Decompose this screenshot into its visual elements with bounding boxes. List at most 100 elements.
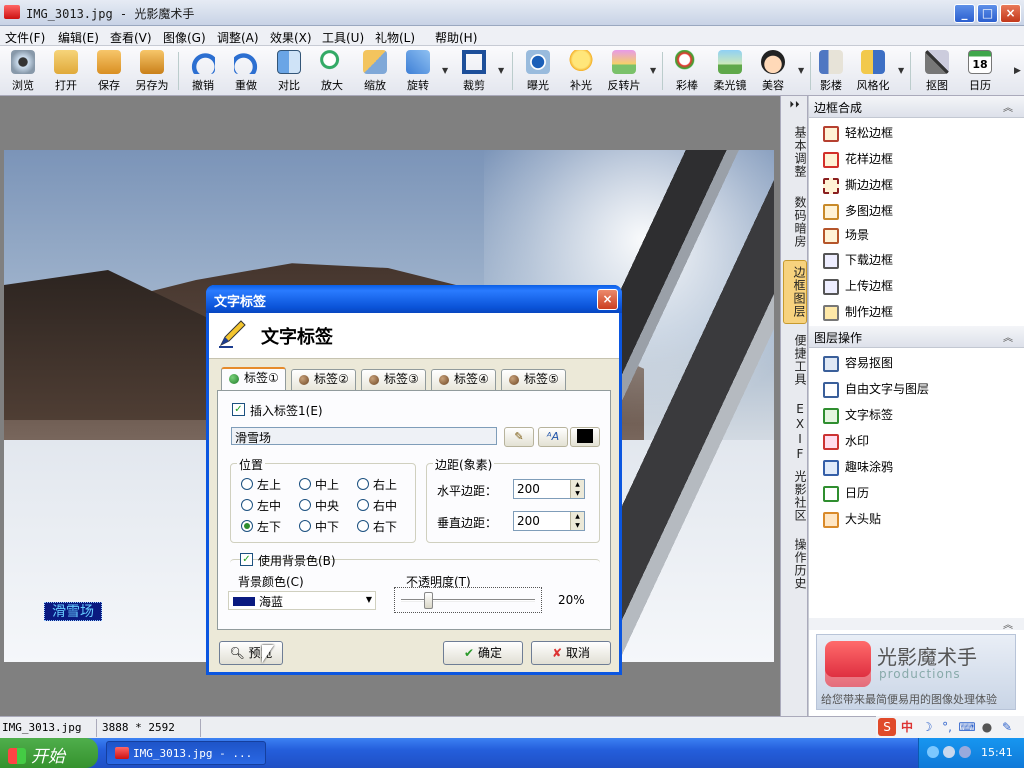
tab-label-2[interactable]: 标签② bbox=[291, 369, 356, 390]
pos-bottom-center-radio[interactable] bbox=[299, 520, 311, 532]
frame-section-header[interactable]: 边框合成 ︽ bbox=[809, 96, 1024, 118]
spinner-arrows-icon[interactable]: ▲ ▼ bbox=[570, 480, 584, 498]
frame-item-scene[interactable]: 场景 bbox=[823, 225, 869, 245]
opacity-slider[interactable] bbox=[394, 587, 542, 613]
frame-item-make[interactable]: 制作边框 bbox=[823, 302, 893, 322]
network-icon[interactable] bbox=[927, 746, 939, 758]
pos-bottom-right-radio[interactable] bbox=[357, 520, 369, 532]
tab-darkroom[interactable]: 数码暗房 bbox=[783, 196, 807, 248]
menu-adjust[interactable]: 调整(A) bbox=[217, 29, 259, 46]
pos-top-center-radio[interactable] bbox=[299, 478, 311, 490]
bg-color-select[interactable]: 海蓝 ▼ bbox=[228, 591, 376, 610]
cancel-button[interactable]: ✘ 取消 bbox=[531, 641, 611, 665]
tab-label-1[interactable]: 标签① bbox=[221, 367, 286, 391]
spinner-arrows-icon[interactable]: ▲ ▼ bbox=[570, 512, 584, 530]
reversal-dropdown-icon[interactable]: ▼ bbox=[650, 66, 656, 75]
menu-help[interactable]: 帮助(H) bbox=[435, 29, 477, 46]
tab-frame-layers[interactable]: 边框图层 bbox=[783, 260, 807, 324]
pos-top-right-radio[interactable] bbox=[357, 478, 369, 490]
layer-item-photo-sticker[interactable]: 大头贴 bbox=[823, 509, 881, 529]
tray-app-icon[interactable] bbox=[959, 746, 971, 758]
compare-button[interactable]: 对比 bbox=[269, 48, 309, 94]
text-style-button[interactable]: ᴬA bbox=[538, 427, 568, 447]
frame-item-easy[interactable]: 轻松边框 bbox=[823, 123, 893, 143]
use-bg-checkbox[interactable]: ✓ bbox=[240, 553, 253, 566]
browse-button[interactable]: 浏览 bbox=[3, 48, 43, 94]
menu-effects[interactable]: 效果(X) bbox=[270, 29, 312, 46]
layer-item-text-tag[interactable]: 文字标签 bbox=[823, 405, 893, 425]
text-color-button[interactable] bbox=[570, 427, 600, 447]
studio-button[interactable]: 影楼 bbox=[811, 48, 851, 94]
slider-thumb[interactable] bbox=[423, 592, 433, 609]
taskbar-item[interactable]: IMG_3013.jpg - ... bbox=[106, 741, 266, 765]
menu-tools[interactable]: 工具(U) bbox=[322, 29, 364, 46]
layer-item-calendar[interactable]: 日历 bbox=[823, 483, 869, 503]
color-wand-button[interactable]: 彩棒 bbox=[667, 48, 707, 94]
menu-image[interactable]: 图像(G) bbox=[163, 29, 206, 46]
soft-focus-button[interactable]: 柔光镜 bbox=[710, 48, 750, 94]
save-as-button[interactable]: 另存为 bbox=[132, 48, 172, 94]
text-tag-preview[interactable]: 滑雪场 bbox=[44, 602, 102, 621]
dialog-title-bar[interactable]: 文字标签 bbox=[206, 285, 622, 313]
start-button[interactable]: 开始 bbox=[0, 738, 98, 768]
volume-icon[interactable] bbox=[943, 746, 955, 758]
calendar-button[interactable]: 18 日历 bbox=[960, 48, 1000, 94]
v-margin-spinner[interactable]: 200 ▲ ▼ bbox=[513, 511, 585, 531]
frame-item-download[interactable]: 下载边框 bbox=[823, 250, 893, 270]
tab-label-3[interactable]: 标签③ bbox=[361, 369, 426, 390]
zoom-in-button[interactable]: 放大 bbox=[312, 48, 352, 94]
layer-item-cutout[interactable]: 容易抠图 bbox=[823, 353, 893, 373]
pos-center-radio[interactable] bbox=[299, 499, 311, 511]
pos-middle-left-radio[interactable] bbox=[241, 499, 253, 511]
pos-bottom-left-radio[interactable] bbox=[241, 520, 253, 532]
collapse-chevron-icon[interactable]: ︽ bbox=[1003, 616, 1013, 631]
ok-button[interactable]: ✔ 确定 bbox=[443, 641, 523, 665]
cutout-button[interactable]: 抠图 bbox=[917, 48, 957, 94]
collapse-chevron-icon[interactable]: ︽ bbox=[1003, 99, 1013, 114]
close-button[interactable]: × bbox=[1000, 4, 1021, 23]
promo-collapse-bar[interactable]: ︽ bbox=[809, 616, 1024, 631]
menu-file[interactable]: 文件(F) bbox=[5, 29, 45, 46]
tab-exif[interactable]: EXIF bbox=[783, 402, 807, 462]
layer-item-doodle[interactable]: 趣味涂鸦 bbox=[823, 457, 893, 477]
pos-middle-right-radio[interactable] bbox=[357, 499, 369, 511]
toolbar-overflow-icon[interactable]: ▶ bbox=[1014, 66, 1021, 76]
label-text-input[interactable]: 滑雪场 bbox=[231, 427, 497, 445]
tab-quick-tools[interactable]: 便捷工具 bbox=[783, 334, 807, 386]
menu-edit[interactable]: 编辑(E) bbox=[58, 29, 99, 46]
collapse-panel-icon[interactable]: ⏵⏵ bbox=[783, 98, 807, 112]
undo-button[interactable]: 撤销 bbox=[183, 48, 223, 94]
redo-button[interactable]: 重做 bbox=[226, 48, 266, 94]
layer-section-header[interactable]: 图层操作 ︽ bbox=[809, 326, 1024, 348]
dialog-close-button[interactable]: × bbox=[597, 289, 618, 310]
beauty-button[interactable]: 美容 bbox=[753, 48, 793, 94]
wrench-icon[interactable]: ✎ bbox=[998, 718, 1016, 736]
minimize-button[interactable]: _ bbox=[954, 4, 975, 23]
menu-gifts[interactable]: 礼物(L) bbox=[375, 29, 415, 46]
crop-button[interactable]: 裁剪 bbox=[454, 48, 494, 94]
punct-icon[interactable]: °, bbox=[938, 718, 956, 736]
layer-item-free-text[interactable]: 自由文字与图层 bbox=[823, 379, 929, 399]
menu-view[interactable]: 查看(V) bbox=[110, 29, 152, 46]
keyboard-icon[interactable]: ⌨ bbox=[958, 718, 976, 736]
tab-label-5[interactable]: 标签⑤ bbox=[501, 369, 566, 390]
frame-item-multi[interactable]: 多图边框 bbox=[823, 201, 893, 221]
crop-dropdown-icon[interactable]: ▼ bbox=[498, 66, 504, 75]
frame-item-fancy[interactable]: 花样边框 bbox=[823, 149, 893, 169]
user-icon[interactable]: ● bbox=[978, 718, 996, 736]
resize-button[interactable]: 缩放 bbox=[355, 48, 395, 94]
tab-community[interactable]: 光影社区 bbox=[783, 470, 807, 522]
open-button[interactable]: 打开 bbox=[46, 48, 86, 94]
ime-lang[interactable]: 中 bbox=[898, 718, 916, 736]
collapse-chevron-icon[interactable]: ︽ bbox=[1003, 329, 1013, 344]
exposure-button[interactable]: 曝光 bbox=[518, 48, 558, 94]
save-button[interactable]: 保存 bbox=[89, 48, 129, 94]
font-button[interactable]: ✎ bbox=[504, 427, 534, 447]
maximize-button[interactable]: □ bbox=[977, 4, 998, 23]
tab-history[interactable]: 操作历史 bbox=[783, 538, 807, 590]
beauty-dropdown-icon[interactable]: ▼ bbox=[798, 66, 804, 75]
promo-banner[interactable]: 光影魔术手 productions 给您带来最简便易用的图像处理体验 bbox=[816, 634, 1016, 710]
rotate-dropdown-icon[interactable]: ▼ bbox=[442, 66, 448, 75]
h-margin-spinner[interactable]: 200 ▲ ▼ bbox=[513, 479, 585, 499]
tab-basic-adjust[interactable]: 基本调整 bbox=[783, 126, 807, 178]
